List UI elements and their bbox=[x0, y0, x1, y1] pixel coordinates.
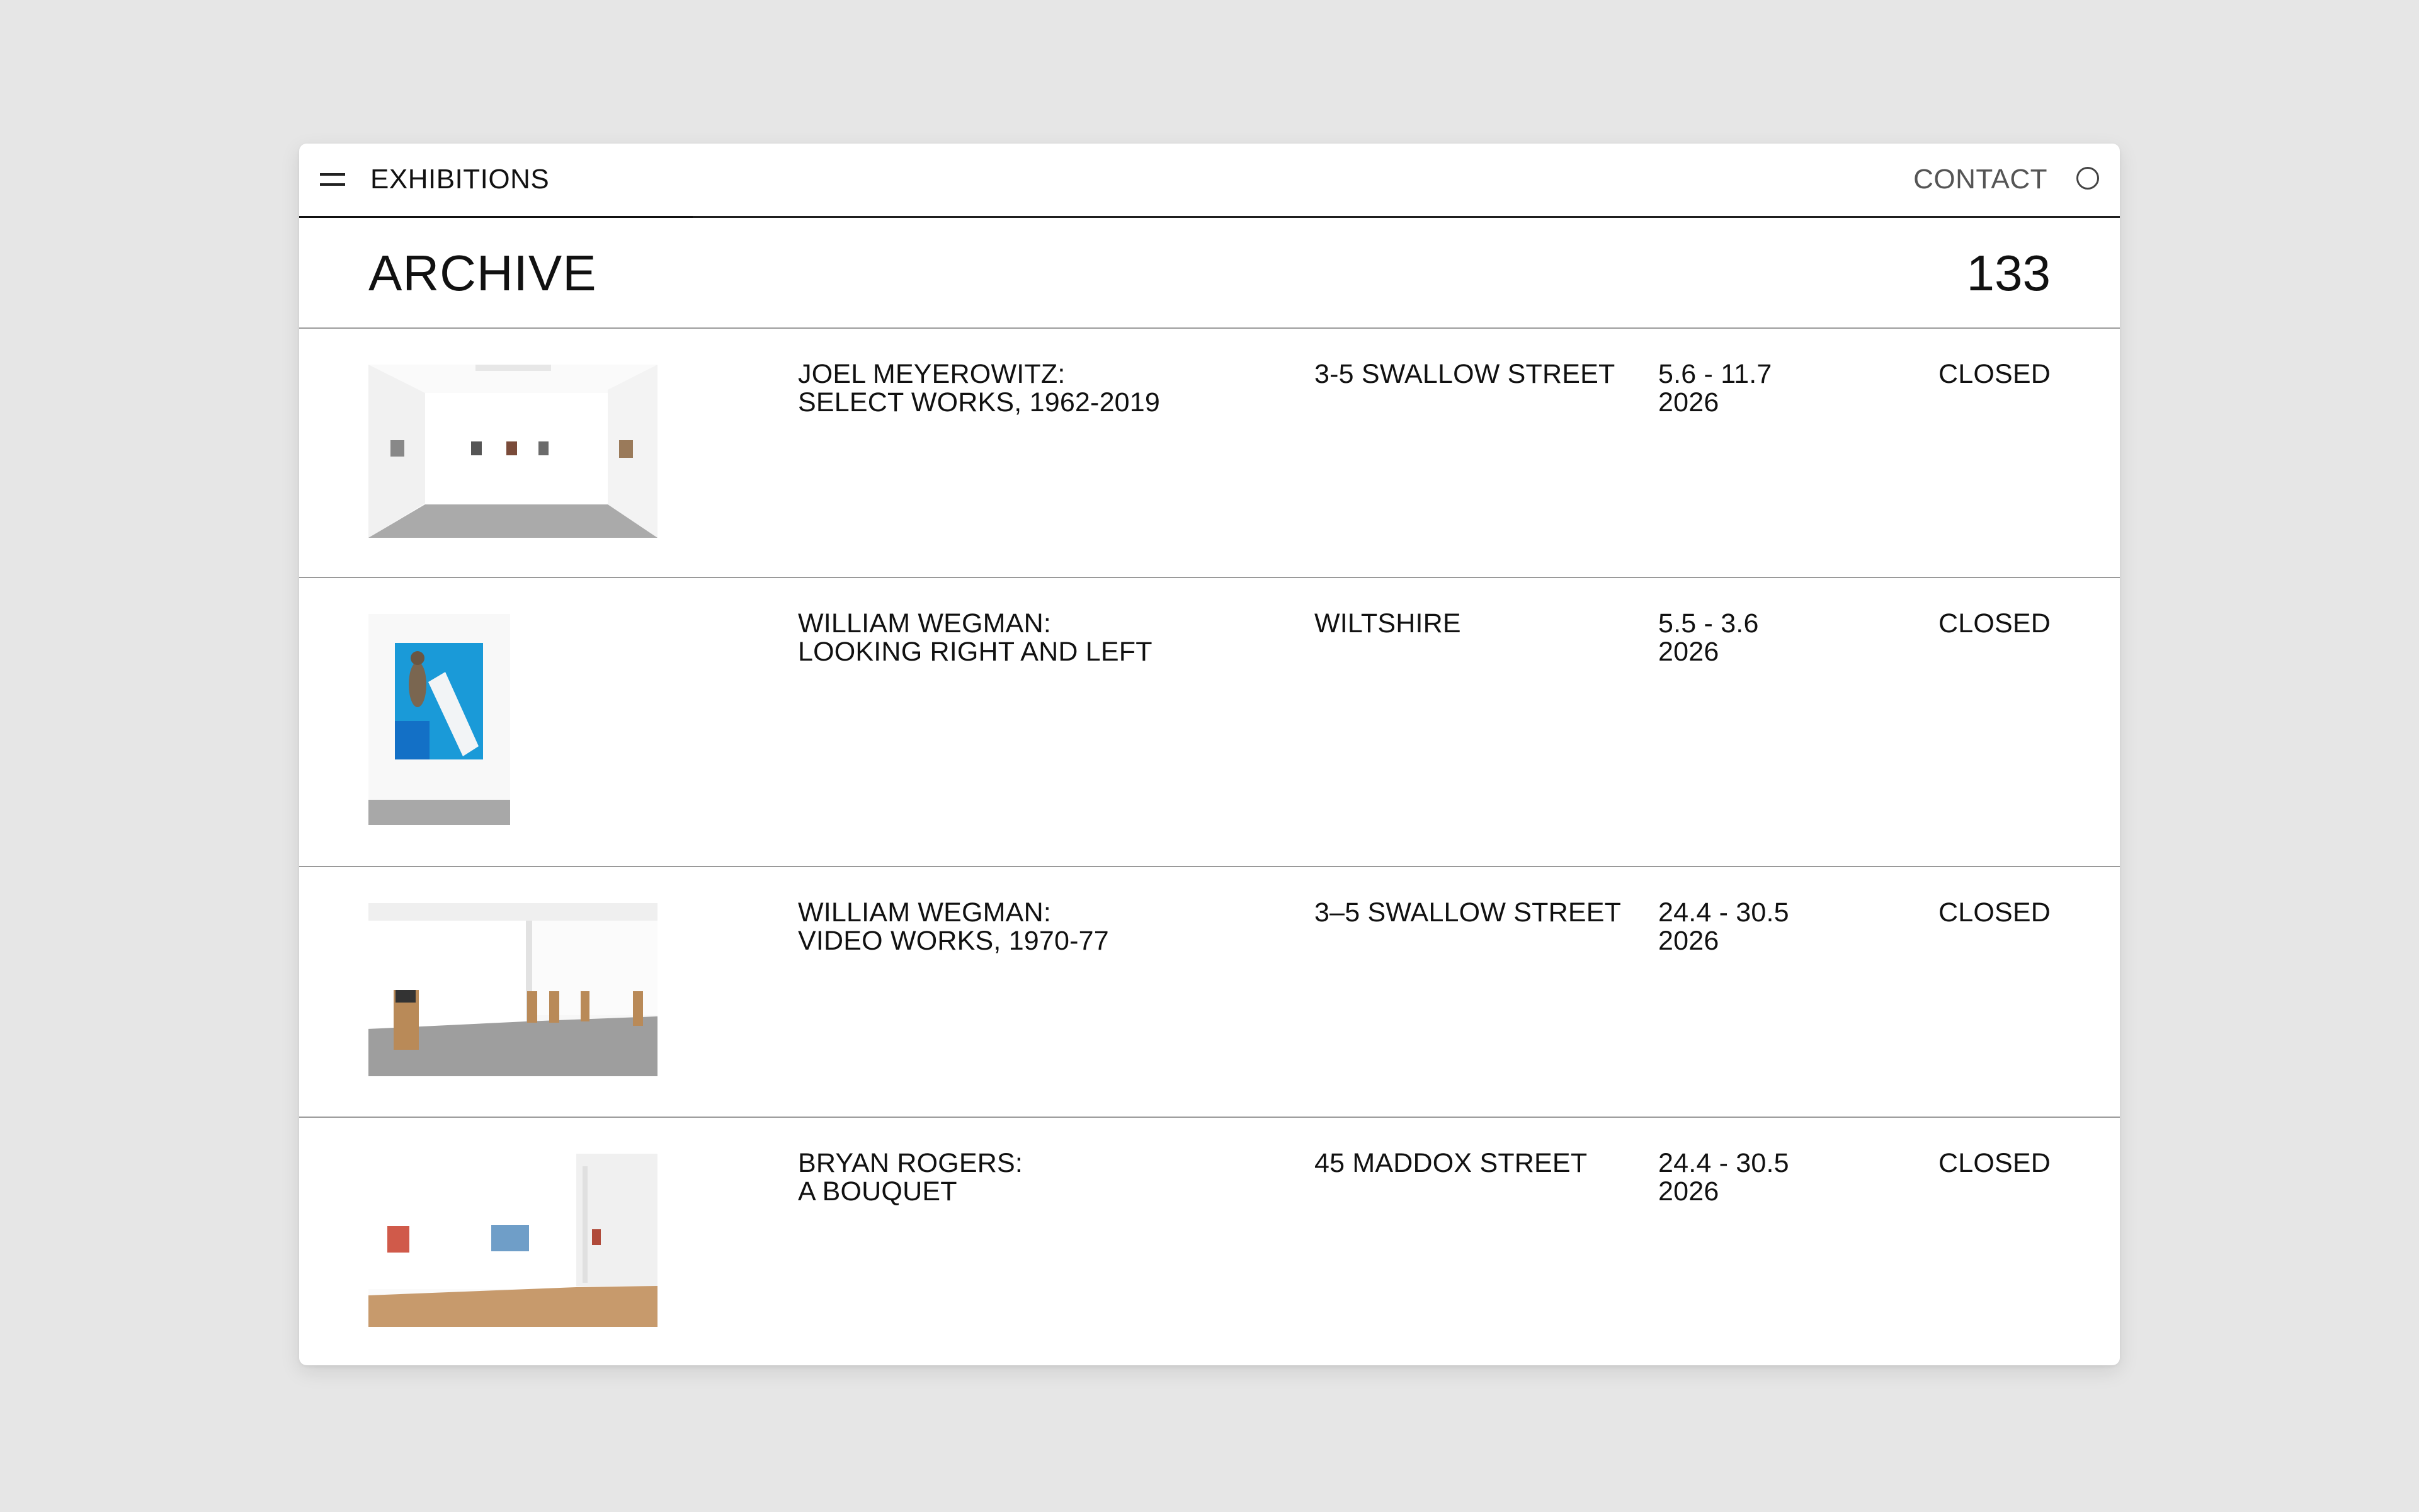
exhibition-thumbnail[interactable] bbox=[368, 903, 657, 1076]
exhibition-status: CLOSED bbox=[1938, 897, 2051, 928]
exhibition-location: WILTSHIRE bbox=[1314, 608, 1461, 639]
exhibition-location: 3-5 SWALLOW STREET bbox=[1314, 359, 1615, 389]
exhibition-dates: 5.6 - 11.7 2026 bbox=[1658, 359, 1772, 418]
exhibitions-window: EXHIBITIONS CONTACT ARCHIVE 133 JOEL MEY… bbox=[299, 144, 2120, 1365]
nav-contact-link[interactable]: CONTACT bbox=[1913, 159, 2047, 200]
exhibition-location: 3–5 SWALLOW STREET bbox=[1314, 897, 1622, 928]
exhibition-dates: 24.4 - 30.5 2026 bbox=[1658, 1148, 1789, 1207]
exhibition-status: CLOSED bbox=[1938, 359, 2051, 389]
archive-count: 133 bbox=[1966, 245, 2051, 301]
exhibition-location: 45 MADDOX STREET bbox=[1314, 1148, 1588, 1178]
exhibition-row[interactable]: BRYAN ROGERS: A BOUQUET 45 MADDOX STREET… bbox=[299, 1118, 2120, 1365]
exhibition-title: WILLIAM WEGMAN: LOOKING RIGHT AND LEFT bbox=[798, 608, 1153, 667]
archive-header: ARCHIVE 133 bbox=[299, 218, 2120, 329]
page-title: ARCHIVE bbox=[368, 245, 597, 301]
exhibition-row[interactable]: JOEL MEYEROWITZ: SELECT WORKS, 1962-2019… bbox=[299, 329, 2120, 578]
exhibition-title: JOEL MEYEROWITZ: SELECT WORKS, 1962-2019 bbox=[798, 359, 1161, 418]
top-navigation-bar: EXHIBITIONS CONTACT bbox=[299, 144, 2120, 218]
exhibition-title: WILLIAM WEGMAN: VIDEO WORKS, 1970-77 bbox=[798, 897, 1109, 956]
exhibition-status: CLOSED bbox=[1938, 608, 2051, 639]
exhibition-thumbnail[interactable] bbox=[368, 365, 657, 538]
exhibition-thumbnail[interactable] bbox=[368, 1154, 657, 1327]
menu-icon[interactable] bbox=[320, 169, 345, 191]
exhibition-row[interactable]: WILLIAM WEGMAN: VIDEO WORKS, 1970-77 3–5… bbox=[299, 867, 2120, 1118]
exhibition-dates: 5.5 - 3.6 2026 bbox=[1658, 608, 1759, 667]
circle-icon[interactable] bbox=[2076, 167, 2099, 190]
exhibition-thumbnail[interactable] bbox=[368, 614, 510, 825]
exhibition-row[interactable]: WILLIAM WEGMAN: LOOKING RIGHT AND LEFT W… bbox=[299, 578, 2120, 867]
exhibition-dates: 24.4 - 30.5 2026 bbox=[1658, 897, 1789, 956]
nav-exhibitions-link[interactable]: EXHIBITIONS bbox=[370, 159, 549, 200]
exhibition-title: BRYAN ROGERS: A BOUQUET bbox=[798, 1148, 1023, 1207]
exhibition-status: CLOSED bbox=[1938, 1148, 2051, 1178]
